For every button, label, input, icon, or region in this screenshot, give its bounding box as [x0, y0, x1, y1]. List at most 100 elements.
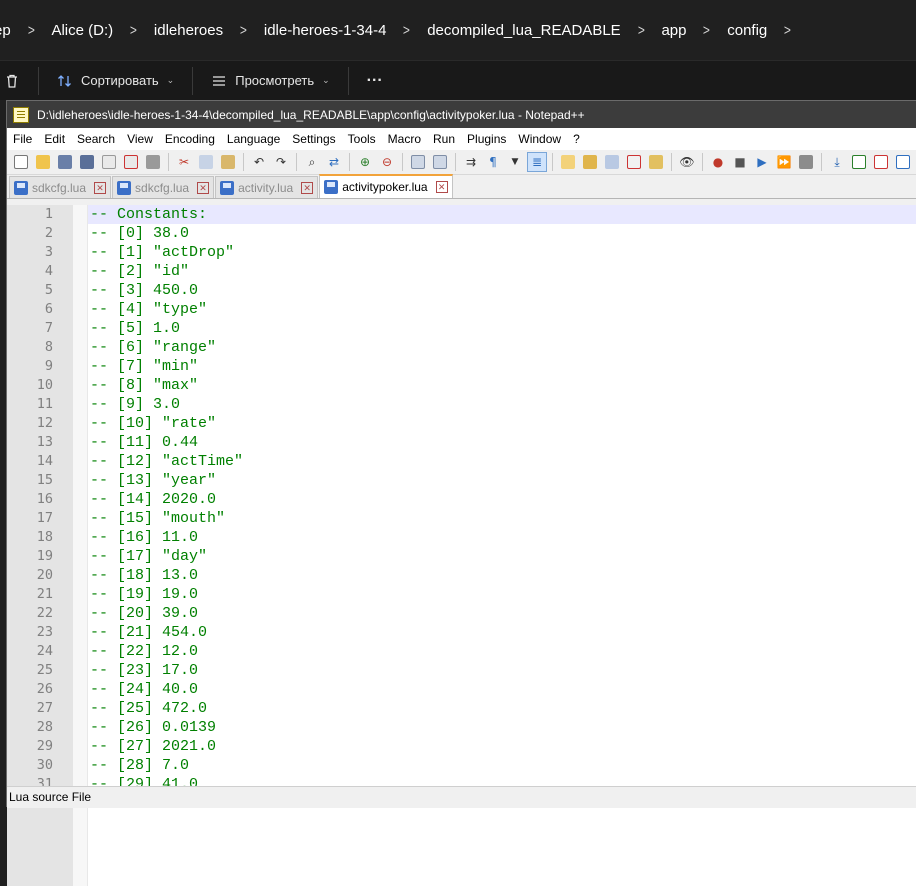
delete-button[interactable] [0, 69, 28, 93]
code-line[interactable]: -- [3] 450.0 [88, 281, 916, 300]
tab-sdkcfg-1[interactable]: sdkcfg.lua ✕ [9, 176, 112, 198]
code-line[interactable]: -- [14] 2020.0 [88, 490, 916, 509]
code-line[interactable]: -- [12] "actTime" [88, 452, 916, 471]
menu-file[interactable]: File [7, 128, 38, 150]
plugin-icon-2[interactable] [849, 152, 869, 172]
function-list-icon[interactable] [624, 152, 644, 172]
plugin-icon-1[interactable]: ⤓ [827, 152, 847, 172]
show-all-chars-icon[interactable]: ¶ [483, 152, 503, 172]
tab-activity[interactable]: activity.lua ✕ [215, 176, 319, 198]
document-map-icon[interactable] [580, 152, 600, 172]
code-line[interactable]: -- [5] 1.0 [88, 319, 916, 338]
code-line[interactable]: -- [9] 3.0 [88, 395, 916, 414]
macro-save-icon[interactable] [796, 152, 816, 172]
code-line[interactable]: -- [24] 40.0 [88, 680, 916, 699]
code-line[interactable]: -- [10] "rate" [88, 414, 916, 433]
menu-tools[interactable]: Tools [342, 128, 382, 150]
code-line[interactable]: -- [27] 2021.0 [88, 737, 916, 756]
breadcrumb-item[interactable]: config [719, 22, 775, 39]
fold-margin[interactable] [73, 205, 88, 886]
menu-macro[interactable]: Macro [382, 128, 427, 150]
breadcrumb-item[interactable]: idle-heroes-1-34-4 [256, 22, 395, 39]
macro-play-icon[interactable]: ▶ [752, 152, 772, 172]
indent-guide-dropdown-icon[interactable]: ▼ [505, 152, 525, 172]
close-all-icon[interactable] [121, 152, 141, 172]
open-file-icon[interactable] [33, 152, 53, 172]
breadcrumb-item[interactable]: ep [0, 22, 19, 39]
sync-horizontal-icon[interactable] [430, 152, 450, 172]
code-text[interactable]: -- Constants: -- [0] 38.0 -- [1] "actDrop"… [88, 205, 916, 886]
print-icon[interactable] [143, 152, 163, 172]
chevron-right-icon[interactable]: > [631, 22, 651, 39]
indent-guide-icon[interactable]: ≣ [527, 152, 547, 172]
redo-icon[interactable]: ↷ [271, 152, 291, 172]
code-line[interactable]: -- [11] 0.44 [88, 433, 916, 452]
breadcrumb-item[interactable]: decompiled_lua_READABLE [419, 22, 628, 39]
menu-search[interactable]: Search [71, 128, 121, 150]
save-icon[interactable] [55, 152, 75, 172]
code-line[interactable]: -- [18] 13.0 [88, 566, 916, 585]
code-line[interactable]: -- [15] "mouth" [88, 509, 916, 528]
monitoring-icon[interactable]: 👁 [677, 152, 697, 172]
document-list-icon[interactable] [602, 152, 622, 172]
editor-area[interactable]: 1 2 3 4 5 6 7 8 9 10 11 12 13 14 15 16 17 18 19 20 21 22 23 24 2… [7, 205, 916, 886]
title-bar[interactable]: D:\idleheroes\idle-heroes-1-34-4\decompi… [7, 101, 916, 128]
menu-view[interactable]: View [121, 128, 159, 150]
menu-edit[interactable]: Edit [38, 128, 71, 150]
new-file-icon[interactable] [11, 152, 31, 172]
sync-vertical-icon[interactable] [408, 152, 428, 172]
code-line[interactable]: -- [8] "max" [88, 376, 916, 395]
close-icon[interactable]: ✕ [435, 181, 448, 193]
menu-window[interactable]: Window [512, 128, 567, 150]
menu-settings[interactable]: Settings [286, 128, 341, 150]
code-line[interactable]: -- [22] 12.0 [88, 642, 916, 661]
zoom-in-icon[interactable]: ⊕ [355, 152, 375, 172]
menu-run[interactable]: Run [427, 128, 461, 150]
close-file-icon[interactable] [99, 152, 119, 172]
breadcrumb-item[interactable]: idleheroes [146, 22, 231, 39]
plugin-icon-3[interactable] [871, 152, 891, 172]
paste-icon[interactable] [218, 152, 238, 172]
code-line[interactable]: -- [25] 472.0 [88, 699, 916, 718]
code-line[interactable]: -- [1] "actDrop" [88, 243, 916, 262]
chevron-right-icon[interactable]: > [234, 22, 254, 39]
view-button[interactable]: Просмотреть ⌄ [203, 69, 337, 93]
plugin-icon-4[interactable] [893, 152, 913, 172]
code-line[interactable]: -- [7] "min" [88, 357, 916, 376]
menu-plugins[interactable]: Plugins [461, 128, 512, 150]
folder-workspace-icon[interactable] [646, 152, 666, 172]
close-icon[interactable]: ✕ [301, 181, 314, 194]
code-line[interactable]: -- [19] 19.0 [88, 585, 916, 604]
find-icon[interactable]: ⌕ [302, 152, 322, 172]
macro-stop-icon[interactable]: ■ [730, 152, 750, 172]
macro-run-multiple-icon[interactable]: ⏩ [774, 152, 794, 172]
menu-encoding[interactable]: Encoding [159, 128, 221, 150]
more-button[interactable]: ··· [359, 68, 391, 94]
copy-icon[interactable] [196, 152, 216, 172]
tab-activitypoker[interactable]: activitypoker.lua ✕ [319, 174, 453, 198]
word-wrap-icon[interactable]: ⇉ [461, 152, 481, 172]
save-all-icon[interactable] [77, 152, 97, 172]
menu-language[interactable]: Language [221, 128, 286, 150]
code-line[interactable]: -- [20] 39.0 [88, 604, 916, 623]
zoom-out-icon[interactable]: ⊖ [377, 152, 397, 172]
undo-icon[interactable]: ↶ [249, 152, 269, 172]
replace-icon[interactable]: ⇄ [324, 152, 344, 172]
code-line[interactable]: -- [4] "type" [88, 300, 916, 319]
close-icon[interactable]: ✕ [94, 181, 107, 194]
breadcrumb-item[interactable]: app [653, 22, 694, 39]
code-line[interactable]: -- [2] "id" [88, 262, 916, 281]
code-line[interactable]: -- Constants: [88, 205, 916, 224]
code-line[interactable]: -- [28] 7.0 [88, 756, 916, 775]
tab-sdkcfg-2[interactable]: sdkcfg.lua ✕ [112, 176, 215, 198]
chevron-right-icon[interactable]: > [124, 22, 144, 39]
breadcrumb-item[interactable]: Alice (D:) [43, 22, 121, 39]
cut-icon[interactable]: ✂ [174, 152, 194, 172]
code-line[interactable]: -- [16] 11.0 [88, 528, 916, 547]
code-line[interactable]: -- [13] "year" [88, 471, 916, 490]
macro-record-icon[interactable]: ● [708, 152, 728, 172]
menu-help[interactable]: ? [567, 128, 586, 150]
user-language-icon[interactable] [558, 152, 578, 172]
code-line[interactable]: -- [23] 17.0 [88, 661, 916, 680]
code-line[interactable]: -- [0] 38.0 [88, 224, 916, 243]
